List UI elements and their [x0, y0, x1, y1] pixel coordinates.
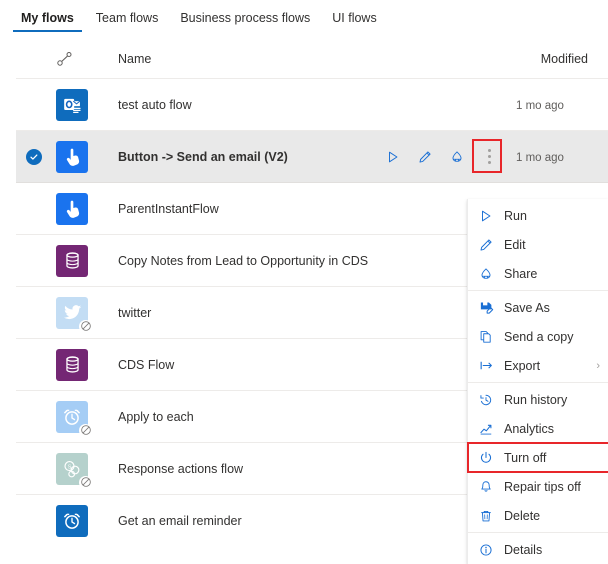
tab-ui-flows[interactable]: UI flows	[321, 0, 387, 34]
table-row[interactable]: Button -> Send an email (V2) 1 mo ago	[16, 131, 608, 183]
row-flow-name[interactable]: ParentInstantFlow	[104, 202, 384, 216]
scheduled-clock-icon	[56, 504, 88, 537]
scheduled-clock-icon	[56, 400, 92, 437]
row-flow-name[interactable]: twitter	[104, 306, 384, 320]
menu-item-repair-tips-off[interactable]: Repair tips off	[468, 472, 608, 501]
table-row[interactable]: test auto flow 1 mo ago	[16, 79, 608, 131]
menu-item-run-history[interactable]: Run history	[468, 385, 608, 414]
kebab-dot	[487, 149, 491, 152]
disabled-slash-icon	[79, 319, 92, 333]
header-modified[interactable]: Modified	[512, 52, 608, 66]
row-select-checkbox[interactable]	[16, 148, 52, 165]
menu-item-label: Delete	[504, 508, 541, 523]
instant-button-icon	[56, 140, 88, 173]
run-action[interactable]	[384, 148, 402, 166]
menu-item-analytics[interactable]: Analytics	[468, 414, 608, 443]
disabled-slash-icon	[79, 423, 92, 437]
save-as-icon	[477, 299, 495, 317]
sharepoint-icon: S	[56, 452, 92, 489]
row-flow-name[interactable]: Apply to each	[104, 410, 384, 424]
menu-item-delete[interactable]: Delete	[468, 501, 608, 530]
flow-tabs: My flows Team flows Business process flows…	[0, 0, 608, 40]
menu-item-run[interactable]: Run	[468, 201, 608, 230]
twitter-icon	[56, 296, 92, 333]
row-flow-icon-cell	[52, 296, 104, 333]
share-action[interactable]	[448, 148, 466, 166]
kebab-dot	[487, 155, 491, 158]
cds-database-icon	[56, 244, 88, 277]
header-flow-icon-column	[52, 50, 104, 68]
menu-item-label: Turn off	[504, 450, 547, 465]
disabled-slash-icon	[79, 475, 92, 489]
menu-item-label: Send a copy	[504, 329, 574, 344]
flow-type-icon	[56, 50, 74, 68]
menu-divider	[468, 532, 608, 533]
row-flow-icon-cell	[52, 400, 104, 437]
tab-my-flows[interactable]: My flows	[10, 0, 85, 34]
row-flow-icon-cell: S	[52, 452, 104, 489]
menu-item-turn-off[interactable]: Turn off	[467, 442, 608, 473]
menu-item-export[interactable]: Export ›	[468, 351, 608, 380]
kebab-dot	[487, 161, 491, 164]
checkmark-icon	[26, 148, 42, 165]
menu-item-label: Share	[504, 266, 538, 281]
more-commands-action[interactable]	[472, 138, 502, 173]
info-icon	[477, 541, 495, 559]
menu-item-edit[interactable]: Edit	[468, 230, 608, 259]
tab-team-flows[interactable]: Team flows	[85, 0, 170, 34]
svg-text:S: S	[68, 464, 72, 470]
cds-database-icon	[56, 348, 88, 381]
row-flow-name[interactable]: test auto flow	[104, 98, 384, 112]
bell-icon	[477, 478, 495, 496]
menu-item-label: Run	[504, 208, 527, 223]
row-flow-icon-cell	[52, 140, 104, 173]
row-flow-icon-cell	[52, 88, 104, 121]
menu-divider	[468, 382, 608, 383]
share-icon	[477, 265, 495, 283]
outlook-automated-icon	[56, 88, 88, 121]
table-header-row: Name Modified	[16, 40, 608, 79]
flow-context-menu[interactable]: Run Edit Share Save As Send a copy Export › Run…	[467, 199, 608, 564]
menu-item-label: Run history	[504, 392, 568, 407]
menu-item-label: Edit	[504, 237, 526, 252]
menu-item-details[interactable]: Details	[468, 535, 608, 564]
play-icon	[477, 207, 495, 225]
menu-item-share[interactable]: Share	[468, 259, 608, 288]
pencil-icon	[477, 236, 495, 254]
power-icon	[477, 449, 495, 467]
export-icon	[477, 357, 495, 375]
row-flow-name[interactable]: Copy Notes from Lead to Opportunity in C…	[104, 254, 384, 268]
tab-business-process-flows[interactable]: Business process flows	[169, 0, 321, 34]
menu-item-label: Export	[504, 358, 541, 373]
row-flow-icon-cell	[52, 504, 104, 537]
row-modified-text: 1 mo ago	[516, 151, 564, 164]
trash-icon	[477, 507, 495, 525]
menu-item-send-a-copy[interactable]: Send a copy	[468, 322, 608, 351]
row-flow-name[interactable]: Get an email reminder	[104, 514, 384, 528]
menu-item-label: Analytics	[504, 421, 555, 436]
row-modified: 1 mo ago	[512, 98, 608, 112]
edit-action[interactable]	[416, 148, 434, 166]
row-flow-icon-cell	[52, 244, 104, 277]
header-name[interactable]: Name	[104, 52, 384, 66]
row-flow-name[interactable]: Response actions flow	[104, 462, 384, 476]
menu-item-label: Details	[504, 542, 543, 557]
menu-item-label: Save As	[504, 300, 550, 315]
instant-button-icon	[56, 192, 88, 225]
menu-item-save-as[interactable]: Save As	[468, 293, 608, 322]
chevron-right-icon: ›	[596, 359, 600, 372]
row-flow-name[interactable]: CDS Flow	[104, 358, 384, 372]
row-flow-icon-cell	[52, 348, 104, 381]
row-actions	[384, 138, 512, 173]
row-flow-name[interactable]: Button -> Send an email (V2)	[104, 150, 384, 164]
history-icon	[477, 391, 495, 409]
row-flow-icon-cell	[52, 192, 104, 225]
row-modified: 1 mo ago	[512, 150, 608, 164]
copy-icon	[477, 328, 495, 346]
menu-divider	[468, 290, 608, 291]
menu-item-label: Repair tips off	[504, 479, 581, 494]
row-modified-text: 1 mo ago	[516, 99, 564, 112]
analytics-icon	[477, 420, 495, 438]
